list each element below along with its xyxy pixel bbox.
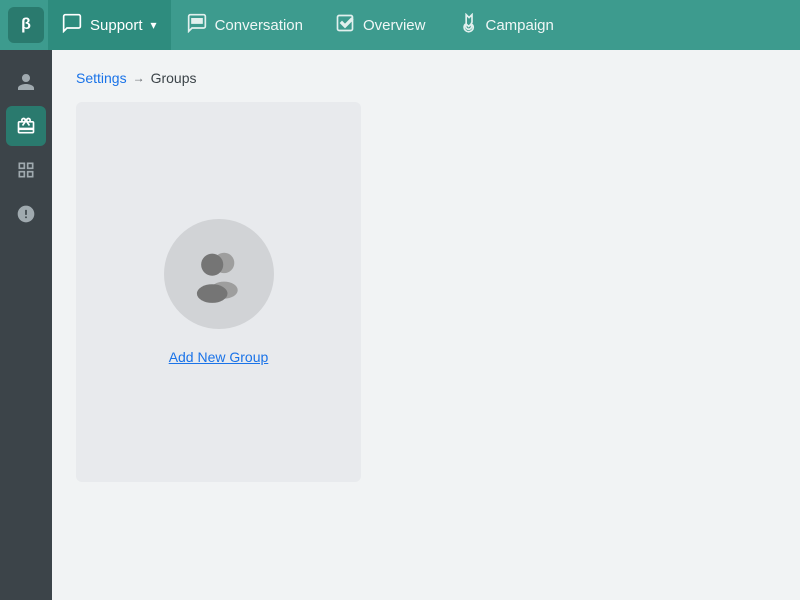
sidebar-item-alerts[interactable] (6, 194, 46, 234)
support-tab-label: Support (90, 17, 143, 34)
overview-tab-label: Overview (363, 17, 426, 34)
tab-overview[interactable]: Overview (319, 0, 442, 50)
tab-conversation[interactable]: Conversation (171, 0, 319, 50)
sidebar-item-reports[interactable] (6, 150, 46, 190)
breadcrumb-settings-link[interactable]: Settings (76, 70, 127, 86)
campaign-tab-label: Campaign (485, 17, 553, 34)
breadcrumb-separator: → (133, 71, 145, 85)
chevron-down-icon: ▾ (151, 18, 157, 32)
brand-logo: β (8, 7, 44, 43)
chat-icon (62, 13, 82, 38)
sidebar-item-contacts[interactable] (6, 62, 46, 102)
groups-card: Add New Group (76, 102, 361, 482)
conversation-icon (187, 13, 207, 38)
overview-icon (335, 13, 355, 38)
main-layout: Settings → Groups Add New Group (0, 50, 800, 600)
tab-campaign[interactable]: Campaign (441, 0, 569, 50)
people-icon (185, 240, 253, 308)
conversation-tab-label: Conversation (215, 17, 303, 34)
sidebar-item-assignments[interactable] (6, 106, 46, 146)
top-navigation: β Support ▾ Conversation Overview (0, 0, 800, 50)
add-new-group-link[interactable]: Add New Group (169, 349, 269, 365)
breadcrumb: Settings → Groups (76, 70, 776, 86)
sidebar (0, 50, 52, 600)
content-area: Settings → Groups Add New Group (52, 50, 800, 600)
breadcrumb-current: Groups (151, 70, 197, 86)
tab-support[interactable]: Support ▾ (48, 0, 171, 50)
campaign-icon (457, 13, 477, 38)
group-icon-circle (164, 219, 274, 329)
